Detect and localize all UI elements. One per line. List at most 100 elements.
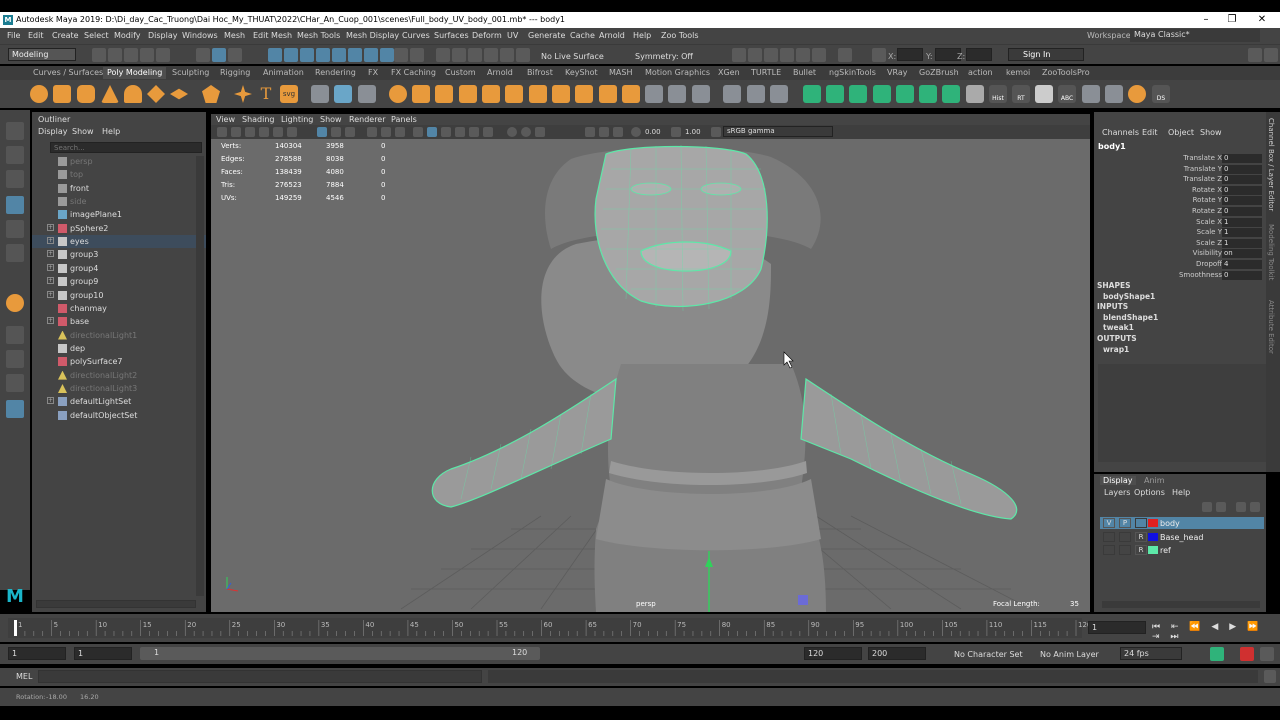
scene-canvas[interactable] [211, 139, 1090, 612]
channel-row[interactable]: Dropoff 4 [1094, 259, 1280, 269]
select-hierarchy-icon[interactable] [196, 48, 210, 62]
material-icon[interactable] [1128, 85, 1146, 103]
menu-surfaces[interactable]: Surfaces [434, 31, 469, 40]
render-view-icon[interactable] [748, 48, 762, 62]
snap-grid-icon[interactable] [436, 48, 450, 62]
outliner-hscrollbar[interactable] [36, 600, 196, 608]
select-tool-icon[interactable] [6, 122, 24, 140]
close-button[interactable]: ✕ [1252, 14, 1272, 26]
menu-deform[interactable]: Deform [472, 31, 502, 40]
boolean-icon[interactable] [389, 85, 407, 103]
ipr-render-icon[interactable] [780, 48, 794, 62]
menu-file[interactable]: File [7, 31, 20, 40]
render-current-icon[interactable] [764, 48, 778, 62]
maximize-button[interactable]: ❐ [1222, 14, 1242, 26]
snap-live-icon[interactable] [516, 48, 530, 62]
edge-mask-icon[interactable] [284, 48, 298, 62]
outliner-item[interactable]: top [32, 168, 206, 181]
menu-edit-mesh[interactable]: Edit Mesh [253, 31, 292, 40]
symmetry-dropdown[interactable]: Symmetry: Off [635, 52, 693, 61]
highlight-selection-icon[interactable] [410, 48, 424, 62]
menu-modify[interactable]: Modify [114, 31, 141, 40]
expand-icon[interactable]: + [47, 223, 54, 231]
channel-value[interactable]: 0 [1222, 196, 1262, 206]
smooth-icon[interactable] [358, 85, 376, 103]
channel-row[interactable]: Rotate Z0 [1094, 206, 1280, 216]
motion-blur-icon[interactable] [535, 127, 545, 137]
shelf-tab-sculpting[interactable]: Sculpting [172, 68, 209, 77]
channel-value[interactable]: on [1222, 249, 1262, 259]
channel-value[interactable]: 0 [1222, 175, 1262, 185]
layer-row[interactable]: V Pbody [1100, 517, 1264, 529]
outliner-menu-help[interactable]: Help [102, 127, 120, 136]
new-layer-icon[interactable] [1236, 502, 1246, 512]
shelf-tab-bifrost[interactable]: Bifrost [527, 68, 553, 77]
shelf-tab-arnold[interactable]: Arnold [487, 68, 513, 77]
layer-flag-toggle[interactable]: V [1103, 518, 1115, 528]
layer-menu-options[interactable]: Options [1134, 488, 1165, 497]
platonic-solid-icon[interactable] [202, 85, 220, 103]
outliner-item[interactable]: + defaultLightSet [32, 395, 206, 408]
side-tab-channel-box[interactable]: Channel Box / Layer Editor [1267, 118, 1275, 211]
shelf-tab-ngskintools[interactable]: ngSkinTools [829, 68, 876, 77]
shelf-tab-mash[interactable]: MASH [609, 68, 632, 77]
dynamic-mask-icon[interactable] [364, 48, 378, 62]
quad-draw-icon[interactable] [692, 85, 710, 103]
last-tool-icon[interactable] [6, 294, 24, 312]
poly-plane-icon[interactable] [147, 85, 165, 103]
resolution-gate-icon[interactable] [345, 127, 355, 137]
retopo-icon[interactable] [849, 85, 867, 103]
channel-row[interactable]: Smoothness 0 [1094, 270, 1280, 280]
outliner-item[interactable]: polySurface7 [32, 355, 206, 368]
shelf-tab-poly-modeling[interactable]: Poly Modeling [103, 67, 167, 79]
channel-value[interactable]: 0 [1222, 154, 1262, 163]
super-shape-icon[interactable] [234, 85, 252, 103]
expand-icon[interactable]: + [47, 263, 54, 271]
redo-icon[interactable] [156, 48, 170, 62]
ds-shelf-icon[interactable]: DS [1152, 85, 1170, 103]
menu-windows[interactable]: Windows [182, 31, 218, 40]
snap-curve-icon[interactable] [452, 48, 466, 62]
channel-row[interactable]: Translate X0 [1094, 153, 1280, 163]
channel-value[interactable]: 0 [1222, 270, 1262, 280]
outliner-item[interactable]: directionalLight1 [32, 329, 206, 342]
mirror-icon[interactable] [645, 85, 663, 103]
gamma-icon[interactable] [671, 127, 681, 137]
deformer-mask-icon[interactable] [348, 48, 362, 62]
layer-menu-layers[interactable]: Layers [1104, 488, 1130, 497]
undo-icon[interactable] [140, 48, 154, 62]
shelf-tab-fx-caching[interactable]: FX Caching [391, 68, 436, 77]
preferences-icon[interactable] [1260, 647, 1274, 661]
new-scene-icon[interactable] [92, 48, 106, 62]
menu-display[interactable]: Display [148, 31, 178, 40]
camera-attributes-icon[interactable] [231, 127, 241, 137]
record-icon[interactable] [1240, 647, 1254, 661]
safe-action-icon[interactable] [395, 127, 405, 137]
wireframe-icon[interactable] [413, 127, 423, 137]
combine-icon[interactable] [311, 85, 329, 103]
channel-row[interactable]: Scale Y1 [1094, 227, 1280, 238]
xray-joints-icon[interactable] [613, 127, 623, 137]
layer-color-swatch[interactable] [1148, 532, 1158, 541]
channel-row[interactable]: Rotate X0 [1094, 185, 1280, 195]
gate-mask-icon[interactable] [367, 127, 377, 137]
history-icon[interactable] [732, 48, 746, 62]
poke-icon[interactable] [599, 85, 617, 103]
cb-menu-show[interactable]: Show [1200, 128, 1222, 137]
wedge-icon[interactable] [622, 85, 640, 103]
menu-uv[interactable]: UV [507, 31, 518, 40]
shelf-tab-vray[interactable]: VRay [887, 68, 908, 77]
brush-icon[interactable] [1082, 85, 1100, 103]
bookmark-icon[interactable] [245, 127, 255, 137]
outliner-vscrollbar[interactable] [196, 156, 204, 596]
outliner-item[interactable]: + group3 [32, 248, 206, 261]
channel-row[interactable]: Scale X1 [1094, 217, 1280, 227]
select-component-icon[interactable] [228, 48, 242, 62]
shelf-tab-action[interactable]: action [968, 68, 993, 77]
menu-curves[interactable]: Curves [402, 31, 430, 40]
expand-icon[interactable]: + [47, 397, 54, 405]
poly-sphere-icon[interactable] [30, 85, 48, 103]
scale-tool-icon[interactable] [6, 244, 24, 262]
save-scene-icon[interactable] [124, 48, 138, 62]
shelf-tab-kemoi[interactable]: kemoi [1006, 68, 1030, 77]
